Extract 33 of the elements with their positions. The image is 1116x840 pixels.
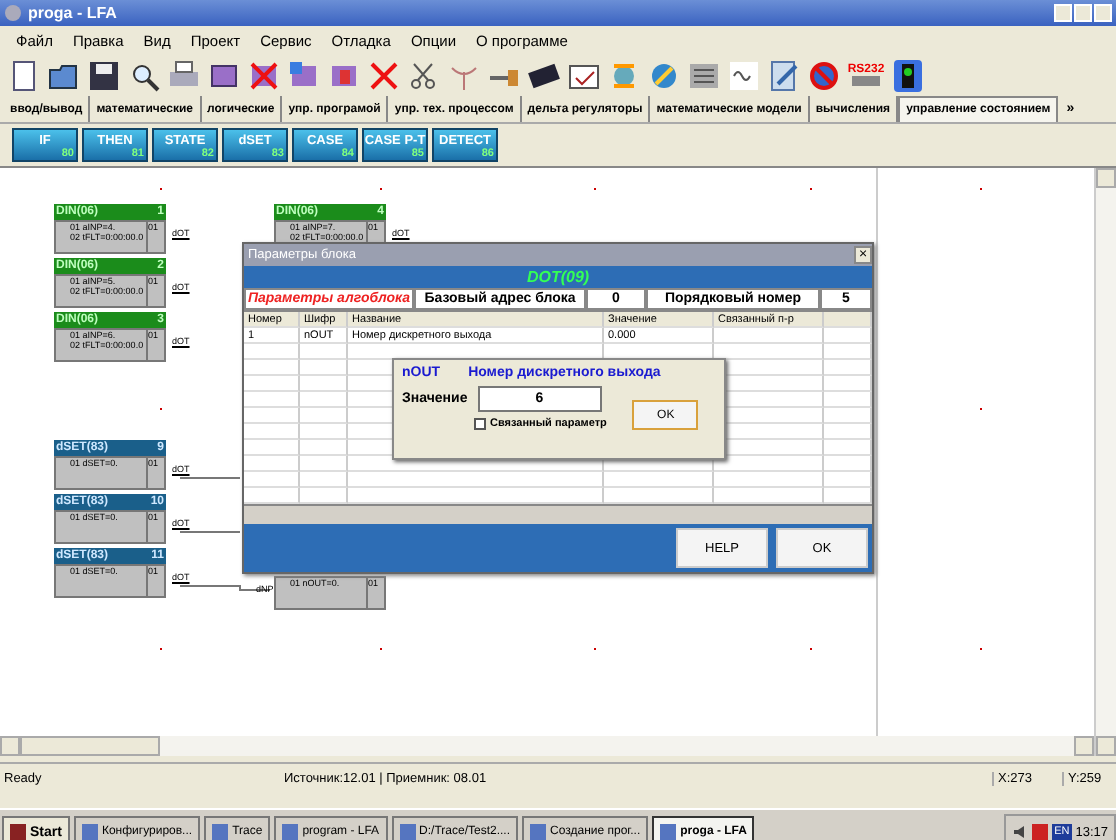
window-check-icon[interactable]: [568, 59, 600, 91]
app-icon: [212, 824, 229, 840]
chip-cross-icon[interactable]: [248, 59, 280, 91]
document-icon[interactable]: [8, 59, 40, 91]
horizontal-scrollbar[interactable]: [0, 736, 1094, 756]
app-icon: [282, 824, 299, 840]
linked-checkbox[interactable]: [474, 418, 486, 430]
diagram-canvas[interactable]: [0, 168, 1094, 736]
speaker-icon[interactable]: [1012, 824, 1029, 840]
list-icon[interactable]: [688, 59, 720, 91]
connection-wire: [179, 477, 241, 479]
scroll-thumb[interactable]: [20, 736, 160, 756]
app-icon: [660, 824, 677, 840]
window-title: proga - LFA: [28, 4, 117, 22]
wave-icon[interactable]: [728, 59, 760, 91]
printer-icon[interactable]: [168, 59, 200, 91]
app-icon: [81, 824, 98, 840]
app-icon: [530, 824, 547, 840]
magnifier-icon[interactable]: [128, 59, 160, 91]
scissors-icon[interactable]: [408, 59, 440, 91]
block-name: DOT(09): [526, 268, 590, 286]
traffic-light-icon[interactable]: [892, 59, 924, 91]
connection-wire: [179, 531, 241, 533]
notepad-icon[interactable]: [768, 59, 800, 91]
floppy-icon[interactable]: [88, 59, 120, 91]
port-icon: [852, 76, 880, 86]
cross-icon[interactable]: [368, 59, 400, 91]
app-icon: [4, 4, 22, 22]
chip-icon[interactable]: [208, 59, 240, 91]
connection-wire: [179, 585, 271, 591]
folder-icon[interactable]: [48, 59, 80, 91]
app-icon: [399, 824, 416, 840]
forbidden-icon[interactable]: [808, 59, 840, 91]
